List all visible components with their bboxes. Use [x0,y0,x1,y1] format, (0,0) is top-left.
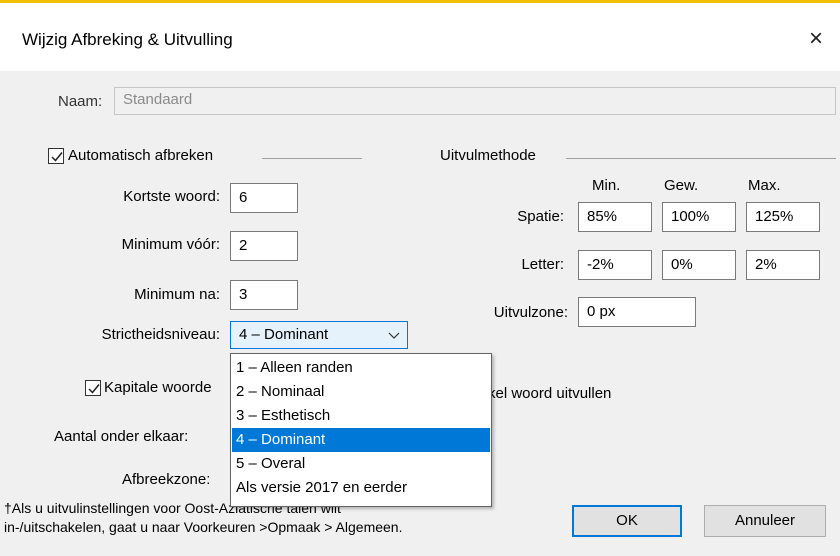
hyphenation-group-line [262,158,362,159]
title-bar: Wijzig Afbreking & Uitvulling × [0,3,840,71]
min-after-field[interactable]: 3 [230,280,298,310]
close-icon[interactable]: × [802,25,830,53]
rows-label: Aantal onder elkaar: [54,428,189,445]
strictness-option[interactable]: 2 – Nominaal [232,380,490,404]
space-label: Spatie: [517,208,564,225]
hyphen-zone-label: Afbreekzone: [122,471,211,488]
checkmark-icon [88,384,100,394]
column-min-header: Min. [592,177,621,194]
single-word-justify-label: kel woord uitvullen [488,385,612,402]
strictness-selected-value: 4 – Dominant [239,326,329,343]
space-max-field[interactable]: 125% [746,202,820,232]
strictness-select[interactable]: 4 – Dominant [230,321,408,349]
min-before-field[interactable]: 2 [230,231,298,261]
shortest-word-label: Kortste woord: [123,188,220,205]
justification-group-label: Uitvulmethode [440,147,536,164]
strictness-option[interactable]: Als versie 2017 en eerder [232,476,490,500]
min-after-label: Minimum na: [134,286,220,303]
capital-words-checkbox[interactable] [85,380,101,396]
chevron-down-icon [388,332,400,339]
justify-zone-field[interactable]: 0 px [578,297,696,327]
name-label: Naam: [58,93,103,110]
hyphenation-justification-dialog: Wijzig Afbreking & Uitvulling × Naam: St… [0,3,840,556]
min-before-label: Minimum vóór: [121,236,220,253]
auto-hyphenate-checkbox[interactable] [48,148,64,164]
justify-zone-label: Uitvulzone: [493,304,568,321]
space-min-field[interactable]: 85% [578,202,652,232]
strictness-option-selected[interactable]: 4 – Dominant [232,428,490,452]
letter-opt-field[interactable]: 0% [662,250,736,280]
dialog-title: Wijzig Afbreking & Uitvulling [22,30,233,49]
space-opt-field[interactable]: 100% [662,202,736,232]
name-field[interactable]: Standaard [114,87,836,115]
strictness-option[interactable]: 1 – Alleen randen [232,356,490,380]
letter-min-field[interactable]: -2% [578,250,652,280]
strictness-option[interactable]: 3 – Esthetisch [232,404,490,428]
ok-button[interactable]: OK [572,505,682,537]
auto-hyphenate-label: Automatisch afbreken [68,147,214,164]
capital-words-label: Kapitale woorde [104,379,212,396]
justification-group-line [566,158,836,159]
checkmark-icon [51,152,63,162]
strictness-option[interactable]: 5 – Overal [232,452,490,476]
footnote-line-2: in-/uitschakelen, gaat u naar Voorkeuren… [4,519,403,535]
column-opt-header: Gew. [664,177,699,194]
column-max-header: Max. [748,177,781,194]
letter-label: Letter: [521,256,564,273]
strictness-dropdown-list: 1 – Alleen randen 2 – Nominaal 3 – Esthe… [230,353,492,507]
strictness-label: Strictheidsniveau: [101,326,220,343]
shortest-word-field[interactable]: 6 [230,183,298,213]
cancel-button[interactable]: Annuleer [704,505,826,537]
letter-max-field[interactable]: 2% [746,250,820,280]
